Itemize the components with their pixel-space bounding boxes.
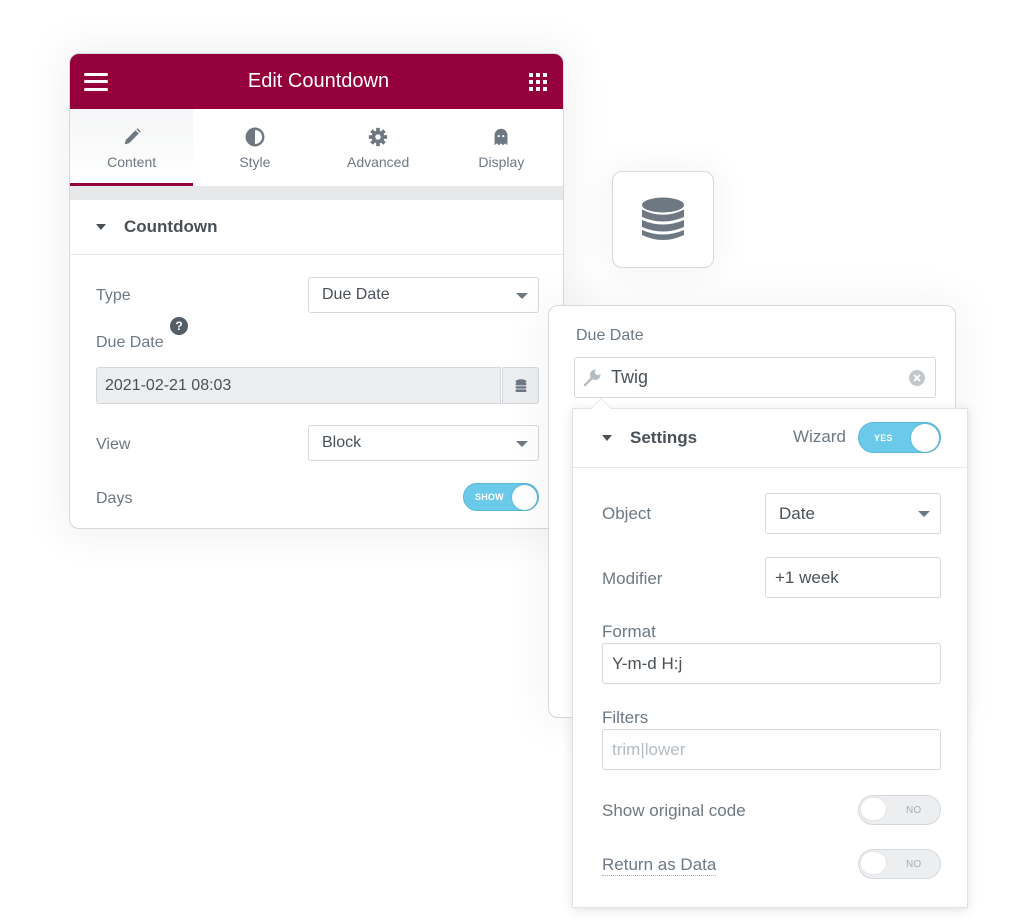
format-label: Format [602,622,656,641]
dynamic-tags-card [612,171,714,268]
database-icon [642,197,684,240]
show-original-code-label: Show original code [602,801,746,820]
modifier-value: +1 week [775,567,839,587]
object-value: Date [779,503,815,523]
settings-title: Settings [630,428,698,447]
wrench-icon [583,368,601,386]
caret-down-icon [602,435,612,441]
type-label: Type [96,287,131,304]
due-date-label: Due Date [96,334,164,351]
days-toggle[interactable]: SHOW [463,483,539,511]
dynamic-tags-button[interactable] [502,367,539,404]
toggle-knob [512,485,537,510]
dynamic-tag-field[interactable]: Twig [574,357,936,398]
wizard-label: Wizard [793,427,846,446]
tab-advanced[interactable]: Advanced [317,109,440,186]
settings-popover: Settings Wizard YES Object Date Modifier… [572,399,968,908]
modifier-label: Modifier [602,569,663,588]
tag-name: Twig [611,367,649,387]
format-value: Y-m-d H:j [612,653,683,673]
due-date-input[interactable]: 2021-02-21 08:03 [96,367,501,404]
filters-placeholder: trim|lower [612,739,686,759]
view-label: View [96,436,131,453]
toggle-text: YES [874,432,893,443]
days-label: Days [96,490,133,507]
object-label: Object [602,504,652,523]
show-original-code-toggle[interactable]: NO [858,795,941,825]
dropdown-arrow-icon [516,293,528,299]
tab-label: Display [478,153,525,170]
due-date-value: 2021-02-21 08:03 [105,376,232,394]
tab-label: Content [107,153,157,170]
toggle-text: NO [906,858,922,870]
wizard-toggle[interactable]: YES [858,422,941,453]
database-icon [515,378,526,392]
gear-icon [368,127,388,146]
section-title: Countdown [124,217,218,236]
type-select[interactable]: Due Date [308,277,539,313]
half-circle-icon [245,127,265,146]
settings-section-head[interactable]: Settings Wizard YES [573,409,967,468]
dropdown-arrow-icon [516,441,528,447]
tabs-divider [70,186,563,200]
return-as-data-toggle[interactable]: NO [858,849,941,879]
view-select[interactable]: Block [308,425,539,461]
format-input[interactable]: Y-m-d H:j [602,643,941,684]
tag-panel-label: Due Date [576,327,644,344]
panel-header: Edit Countdown [70,54,563,109]
panel-tabs: Content Style Advanced Display [70,109,563,186]
filters-label: Filters [602,708,649,727]
modifier-input[interactable]: +1 week [765,557,941,598]
panel-title: Edit Countdown [247,70,390,92]
apps-grid-icon[interactable] [528,72,547,91]
caret-down-icon [96,224,106,230]
popover-pointer [591,399,611,409]
hamburger-icon[interactable] [84,72,108,91]
filters-input[interactable]: trim|lower [602,729,941,770]
type-value: Due Date [322,286,390,303]
view-value: Block [322,434,362,451]
toggle-text: NO [906,804,922,816]
tab-content[interactable]: Content [70,109,194,186]
tab-style[interactable]: Style [193,109,316,186]
toggle-knob [860,851,887,875]
toggle-knob [911,424,939,452]
tab-display[interactable]: Display [440,109,563,186]
return-as-data-label: Return as Data [602,855,717,876]
edit-countdown-panel: Edit Countdown Content Style Advanced Di… [69,53,564,529]
section-countdown[interactable]: Countdown [70,200,563,255]
toggle-knob [860,797,887,821]
help-icon[interactable]: ? [170,317,188,335]
object-select[interactable]: Date [765,493,941,534]
dropdown-arrow-icon [918,511,930,517]
pencil-icon [124,127,141,144]
clear-circle-icon[interactable] [909,370,925,386]
tab-label: Style [239,153,271,170]
ghost-icon [494,128,508,145]
toggle-text: SHOW [475,492,504,502]
tab-label: Advanced [346,153,410,170]
